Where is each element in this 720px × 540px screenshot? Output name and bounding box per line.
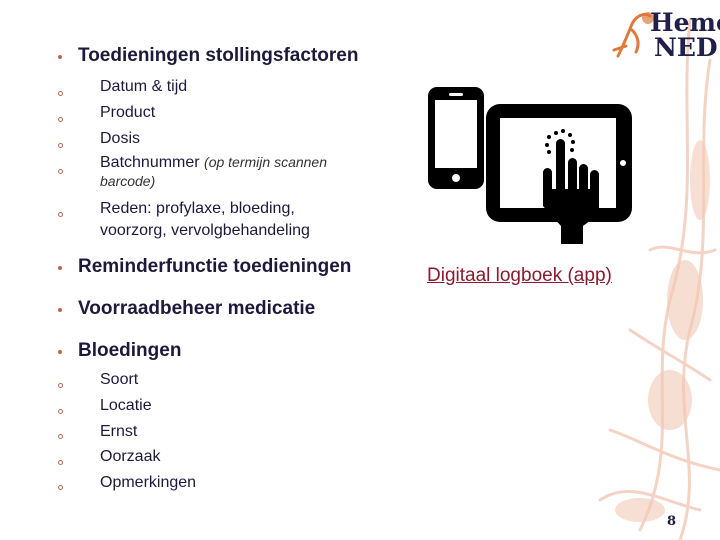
bullet-icon: [58, 350, 62, 354]
sub-bullet-icon: [58, 117, 63, 122]
sub-item-dosis: Dosis: [100, 130, 141, 147]
sub-item-opmerkingen: Opmerkingen: [100, 474, 197, 491]
sub-item-product: Product: [100, 104, 156, 121]
phone-icon: [428, 87, 484, 189]
sub-bullet-icon: [58, 383, 63, 388]
sub-bullet-icon: [58, 460, 63, 465]
sub-bullet-icon: [58, 212, 63, 217]
batchnummer-label: Batchnummer: [100, 154, 200, 171]
bullet-icon: [58, 55, 62, 59]
bullet-bloedingen: Bloedingen: [78, 340, 182, 361]
sub-bullet-icon: [58, 409, 63, 414]
sub-item-datum: Datum & tijd: [100, 78, 188, 95]
bullet-voorraadbeheer: Voorraadbeheer medicatie: [78, 298, 316, 319]
sub-item-soort: Soort: [100, 371, 139, 388]
sub-bullet-icon: [58, 485, 63, 490]
phone-tablet-touch-icon: [428, 87, 632, 244]
sub-bullet-icon: [58, 143, 63, 148]
page-number: 8: [667, 514, 677, 529]
sub-item-reden: Reden: profylaxe, bloeding, voorzorg, ve…: [100, 200, 310, 239]
bullet-toedieningen: Toedieningen stollingsfactoren: [78, 45, 359, 66]
logo-line-ned: NED: [654, 33, 718, 62]
sub-item-oorzaak: Oorzaak: [100, 448, 161, 465]
sub-item-ernst: Ernst: [100, 423, 138, 440]
sub-bullet-icon: [58, 169, 63, 174]
hemoned-logo: Hemo NED: [606, 6, 720, 70]
logo-text: Hemo NED: [650, 10, 720, 60]
sub-item-batchnummer: Batchnummer (op termijn scannen barcode): [100, 153, 370, 191]
bullet-icon: [58, 266, 62, 270]
sub-bullet-icon: [58, 434, 63, 439]
bullet-reminderfunctie: Reminderfunctie toedieningen: [78, 256, 352, 277]
sub-item-locatie: Locatie: [100, 397, 152, 414]
digitaal-logboek-link[interactable]: Digitaal logboek (app): [427, 265, 612, 287]
bullet-icon: [58, 308, 62, 312]
sub-bullet-icon: [58, 91, 63, 96]
hemophilia-figure-logo-icon: [612, 12, 654, 58]
